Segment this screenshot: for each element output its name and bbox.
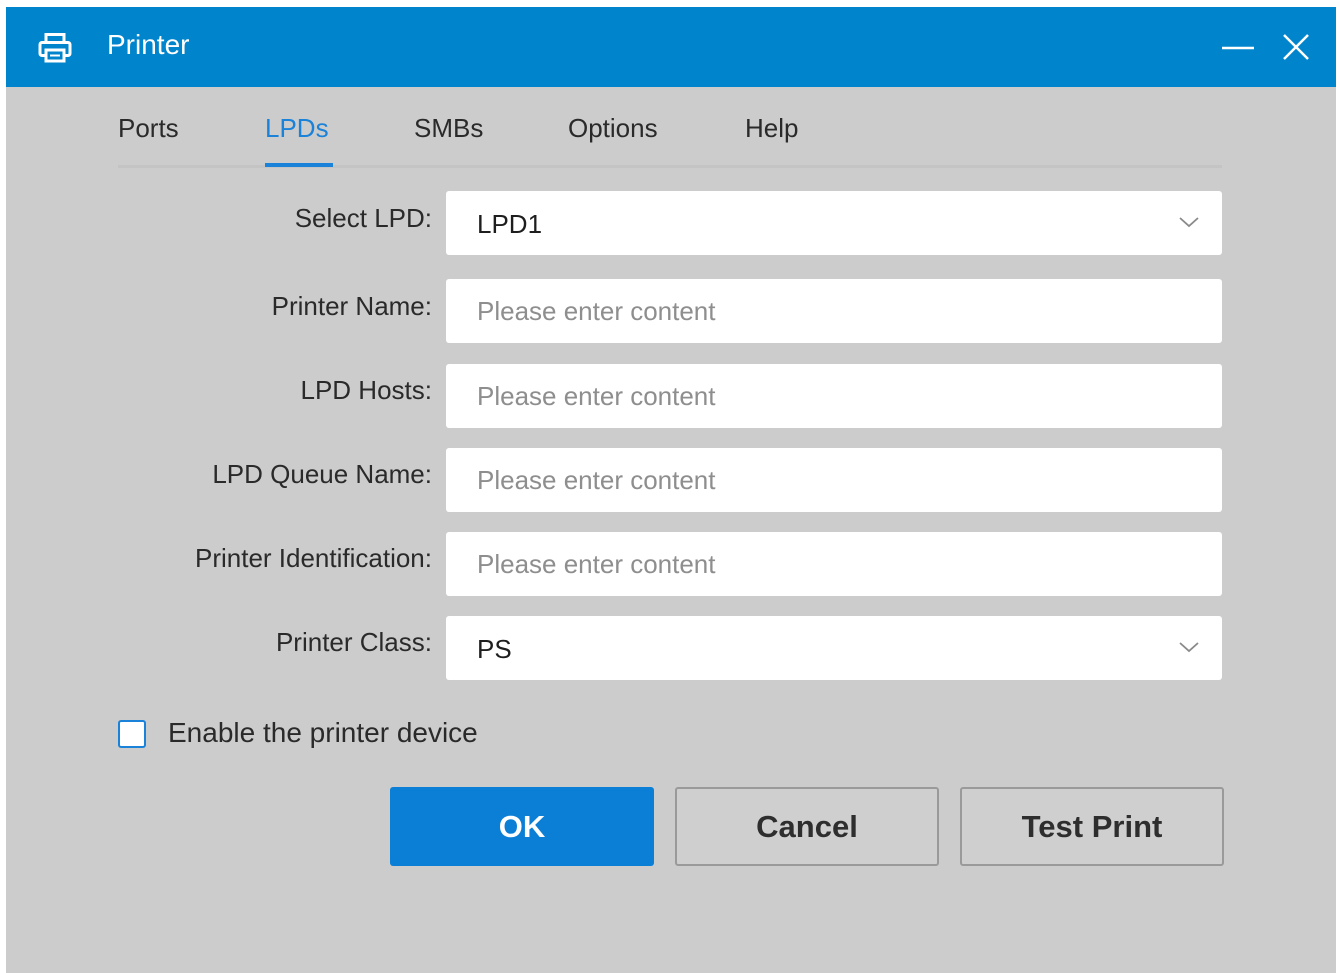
test-print-button[interactable]: Test Print <box>960 787 1224 866</box>
printer-identification-input[interactable] <box>446 532 1222 596</box>
tab-help[interactable]: Help <box>745 113 798 144</box>
tab-ports[interactable]: Ports <box>118 113 179 144</box>
chevron-down-icon <box>1178 640 1200 654</box>
printer-identification-field-box <box>446 532 1222 596</box>
printer-identification-label: Printer Identification: <box>194 543 432 573</box>
printer-dialog: Printer Ports LPDs SMBs Options Help Sel… <box>6 7 1336 973</box>
printer-class-value: PS <box>477 634 512 664</box>
active-tab-indicator <box>265 163 333 167</box>
tab-lpds[interactable]: LPDs <box>265 113 329 144</box>
select-lpd-label: Select LPD: <box>294 203 432 233</box>
lpd-hosts-label: LPD Hosts: <box>300 375 433 405</box>
lpd-queue-name-label: LPD Queue Name: <box>212 459 432 489</box>
tab-smbs[interactable]: SMBs <box>414 113 483 144</box>
lpd-hosts-input[interactable] <box>446 364 1222 428</box>
printer-class-dropdown[interactable]: PS <box>446 616 1222 680</box>
printer-class-label: Printer Class: <box>275 627 432 657</box>
printer-icon <box>38 33 72 63</box>
printer-name-input[interactable] <box>446 279 1222 343</box>
close-icon[interactable] <box>1276 27 1316 67</box>
window-title: Printer <box>107 29 190 60</box>
printer-name-label: Printer Name: <box>271 291 432 321</box>
lpd-queue-name-field-box <box>446 448 1222 512</box>
printer-name-field-box <box>446 279 1222 343</box>
chevron-down-icon <box>1178 215 1200 229</box>
lpd-hosts-field-box <box>446 364 1222 428</box>
enable-printer-label[interactable]: Enable the printer device <box>168 717 478 749</box>
cancel-button[interactable]: Cancel <box>675 787 939 866</box>
tab-options[interactable]: Options <box>568 113 658 144</box>
select-lpd-dropdown[interactable]: LPD1 <box>446 191 1222 255</box>
title-bar: Printer <box>6 7 1336 87</box>
select-lpd-value: LPD1 <box>477 209 543 239</box>
tab-bar: Ports LPDs SMBs Options Help <box>118 87 1222 168</box>
enable-printer-checkbox[interactable] <box>118 720 146 748</box>
ok-button[interactable]: OK <box>390 787 654 866</box>
lpd-queue-name-input[interactable] <box>446 448 1222 512</box>
minimize-icon[interactable] <box>1218 27 1258 67</box>
